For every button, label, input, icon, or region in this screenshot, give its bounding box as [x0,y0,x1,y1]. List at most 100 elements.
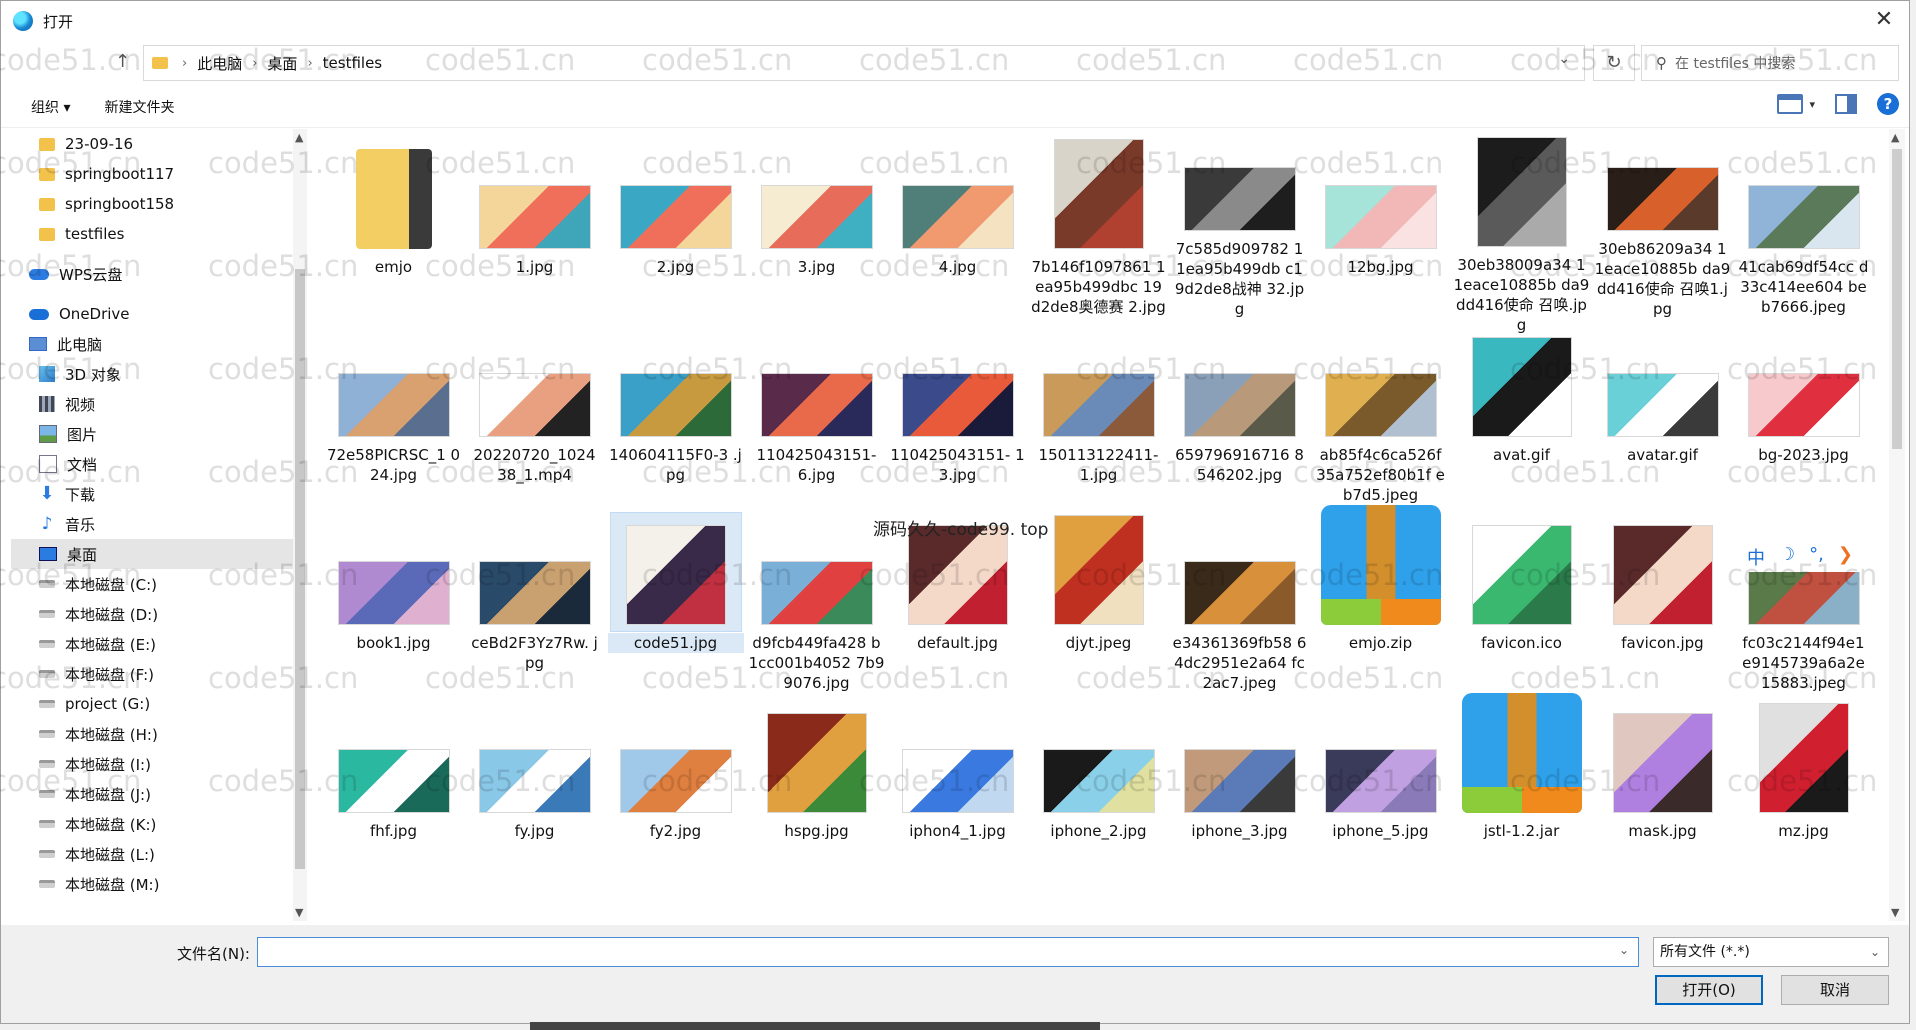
address-bar[interactable]: › 此电脑 › 桌面 › testfiles ⌄ [143,45,1585,81]
close-button[interactable]: ✕ [1869,7,1899,35]
sidebar-item[interactable]: project (G:) [11,689,297,719]
sidebar-item[interactable]: testfiles [11,219,297,249]
file-list-scrollbar[interactable]: ▲ ▼ [1889,129,1905,921]
file-item[interactable] [323,883,464,921]
file-item[interactable]: fy2.jpg [605,695,746,883]
file-item[interactable]: avatar.gif [1592,319,1733,507]
file-item[interactable]: ceBd2F3Yz7Rw. jpg [464,507,605,695]
file-item[interactable] [1028,883,1169,921]
sidebar-item[interactable]: WPS云盘 [11,259,297,289]
file-item[interactable]: ab85f4c6ca526f 35a752ef80b1f eb7d5.jpeg [1310,319,1451,507]
sidebar-item[interactable]: 3D 对象 [11,359,297,389]
breadcrumb-this-pc[interactable]: 此电脑 [197,53,242,74]
file-item[interactable]: 72e58PICRSC_1 024.jpg [323,319,464,507]
organize-button[interactable]: 组织 ▾ [31,97,70,117]
scroll-down-icon[interactable]: ▼ [295,906,303,919]
sidebar-item[interactable]: 视频 [11,389,297,419]
file-item[interactable]: fhf.jpg [323,695,464,883]
file-item[interactable]: 3.jpg [746,131,887,319]
file-item[interactable]: 7b146f1097861 1ea95b499dbc 19d2de8奥德赛 2.… [1028,131,1169,319]
sidebar-item[interactable]: 本地磁盘 (K:) [11,809,297,839]
scroll-up-icon[interactable]: ▲ [295,131,303,144]
help-icon[interactable]: ? [1877,93,1899,115]
cancel-button[interactable]: 取消 [1781,975,1889,1005]
sidebar-item[interactable]: ♪ 音乐 [11,509,297,539]
sidebar-item[interactable]: 本地磁盘 (M:) [11,869,297,899]
file-item[interactable]: avat.gif [1451,319,1592,507]
file-item[interactable]: fy.jpg [464,695,605,883]
file-item[interactable]: 7c585d909782 11ea95b499db c19d2de8战神 32.… [1169,131,1310,319]
sidebar-item[interactable]: OneDrive [11,299,297,329]
file-item[interactable]: iphon4_1.jpg [887,695,1028,883]
file-item[interactable]: fc03c2144f94e1 e9145739a6a2e 15883.jpeg [1733,507,1874,695]
chevron-down-icon[interactable]: ⌄ [1619,943,1629,957]
punctuation-indicator[interactable]: °, [1809,544,1824,570]
file-item[interactable] [605,883,746,921]
ime-toolbar[interactable]: 中 ☽ °, ❯ [1739,542,1861,572]
file-item[interactable]: 12bg.jpg [1310,131,1451,319]
file-item[interactable]: 150113122411- 1.jpg [1028,319,1169,507]
breadcrumb-desktop[interactable]: 桌面 [267,53,297,74]
sidebar-item[interactable]: 此电脑 [11,329,297,359]
file-item[interactable]: 4.jpg [887,131,1028,319]
file-item[interactable]: d9fcb449fa428 b1cc001b4052 7b99076.jpg [746,507,887,695]
new-folder-button[interactable]: 新建文件夹 [104,97,174,117]
open-button[interactable]: 打开(O) [1655,975,1763,1005]
refresh-button[interactable]: ↻ [1593,45,1635,81]
file-item[interactable] [1451,883,1592,921]
file-item[interactable]: code51.jpg [605,507,746,695]
sidebar-item[interactable]: springboot158 [11,189,297,219]
sidebar-item[interactable]: springboot117 [11,159,297,189]
file-item[interactable]: 2.jpg [605,131,746,319]
sidebar-item[interactable]: 本地磁盘 (D:) [11,599,297,629]
file-item[interactable] [1169,883,1310,921]
file-item[interactable]: favicon.ico [1451,507,1592,695]
scrollbar-thumb[interactable] [1892,149,1902,449]
file-item[interactable]: favicon.jpg [1592,507,1733,695]
sidebar-item[interactable]: 本地磁盘 (H:) [11,719,297,749]
file-item[interactable]: mask.jpg [1592,695,1733,883]
file-item[interactable]: emjo [323,131,464,319]
scroll-down-icon[interactable]: ▼ [1891,906,1899,919]
sidebar-item[interactable]: 本地磁盘 (F:) [11,659,297,689]
filename-input[interactable] [257,937,1639,967]
file-item[interactable]: iphone_5.jpg [1310,695,1451,883]
sidebar-item[interactable]: 桌面 [11,539,297,569]
file-item[interactable] [1310,883,1451,921]
sidebar-item[interactable]: 23-09-16 [11,129,297,159]
file-item[interactable]: hspg.jpg [746,695,887,883]
file-item[interactable]: book1.jpg [323,507,464,695]
file-item[interactable]: e34361369fb58 64dc2951e2a64 fc2ac7.jpeg [1169,507,1310,695]
file-item[interactable]: 1.jpg [464,131,605,319]
sidebar-item[interactable]: ⬇ 下载 [11,479,297,509]
file-item[interactable]: djyt.jpeg [1028,507,1169,695]
file-item[interactable] [746,883,887,921]
sidebar-item[interactable]: 图片 [11,419,297,449]
file-item[interactable]: iphone_2.jpg [1028,695,1169,883]
moon-icon[interactable]: ☽ [1779,544,1795,570]
search-box[interactable]: ⚲ 在 testfiles 中搜索 [1641,45,1899,81]
sidebar-item[interactable]: 本地磁盘 (I:) [11,749,297,779]
file-item[interactable] [464,883,605,921]
file-item[interactable]: jstl-1.2.jar [1451,693,1592,883]
file-item[interactable]: 110425043151- 6.jpg [746,319,887,507]
file-item[interactable] [1733,883,1874,921]
sidebar-item[interactable]: 本地磁盘 (L:) [11,839,297,869]
file-type-select[interactable]: 所有文件 (*.*) ⌄ [1653,937,1889,967]
scrollbar-thumb[interactable] [295,269,305,869]
file-item[interactable]: mz.jpg [1733,695,1874,883]
chevron-right-icon[interactable]: ❯ [1838,544,1853,570]
breadcrumb-testfiles[interactable]: testfiles [323,54,382,72]
file-item[interactable] [1592,883,1733,921]
chevron-down-icon[interactable]: ▾ [1809,98,1815,111]
file-item[interactable]: 140604115F0-3 .jpg [605,319,746,507]
sidebar-item[interactable]: 文档 [11,449,297,479]
ime-mode-indicator[interactable]: 中 [1747,544,1765,570]
file-item[interactable]: 110425043151- 13.jpg [887,319,1028,507]
file-item[interactable]: 30eb38009a34 11eace10885b da9dd416使命 召唤.… [1451,131,1592,334]
up-arrow-icon[interactable]: ↑ [115,51,130,72]
file-item[interactable]: 20220720_1024 38_1.mp4 [464,319,605,507]
sidebar-item[interactable]: 本地磁盘 (C:) [11,569,297,599]
preview-pane-icon[interactable] [1835,94,1857,114]
file-item[interactable] [887,883,1028,921]
